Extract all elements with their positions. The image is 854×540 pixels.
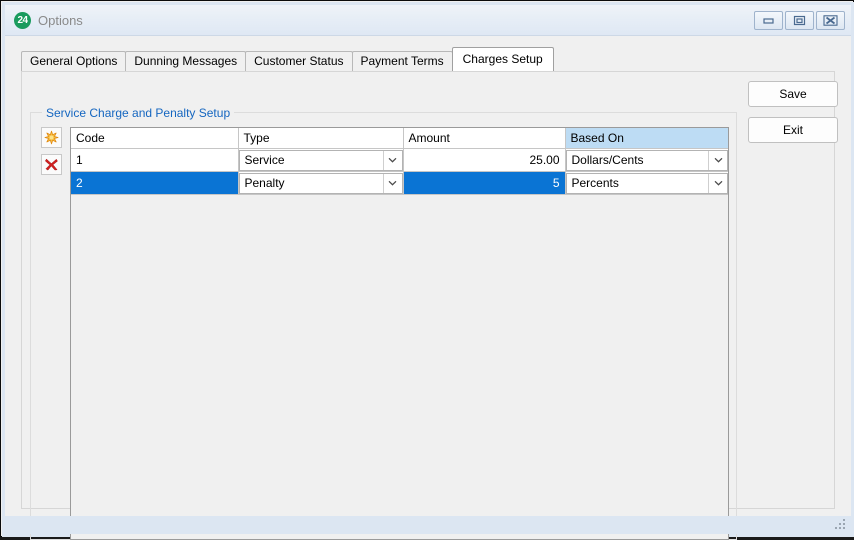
maximize-button[interactable] bbox=[785, 11, 814, 30]
cell-amount-value: 25.00 bbox=[404, 150, 565, 171]
tab-dunning-messages[interactable]: Dunning Messages bbox=[125, 51, 246, 71]
column-header-based-on[interactable]: Based On bbox=[565, 128, 728, 149]
based-on-dropdown-value: Percents bbox=[567, 174, 728, 193]
app-icon: 24 bbox=[14, 12, 31, 29]
chevron-down-icon[interactable] bbox=[708, 151, 727, 170]
tab-strip: General Options Dunning Messages Custome… bbox=[21, 49, 553, 71]
cell-based-on[interactable]: Percents bbox=[565, 172, 728, 195]
based-on-dropdown[interactable]: Dollars/Cents bbox=[566, 150, 729, 171]
star-icon bbox=[44, 130, 59, 145]
window-controls bbox=[754, 11, 845, 30]
exit-button[interactable]: Exit bbox=[748, 117, 838, 143]
based-on-dropdown-value: Dollars/Cents bbox=[567, 151, 728, 170]
resize-grip[interactable] bbox=[835, 519, 847, 531]
column-header-code[interactable]: Code bbox=[71, 128, 238, 149]
column-header-amount[interactable]: Amount bbox=[403, 128, 565, 149]
tab-charges-setup[interactable]: Charges Setup bbox=[452, 47, 554, 71]
options-window: 24 Options bbox=[0, 0, 854, 537]
minimize-button[interactable] bbox=[754, 11, 783, 30]
cell-amount[interactable]: 25.00 bbox=[403, 149, 565, 172]
minimize-icon bbox=[762, 16, 775, 25]
cell-type[interactable]: Penalty bbox=[238, 172, 403, 195]
window-title: Options bbox=[38, 13, 83, 28]
charges-table: Code Type Amount Based On 1 bbox=[71, 128, 728, 195]
title-bar[interactable]: 24 Options bbox=[5, 5, 851, 36]
based-on-dropdown[interactable]: Percents bbox=[566, 173, 729, 194]
type-dropdown-value: Service bbox=[240, 151, 402, 170]
cell-code[interactable]: 1 bbox=[71, 149, 238, 172]
red-x-icon bbox=[44, 157, 59, 172]
cell-type[interactable]: Service bbox=[238, 149, 403, 172]
chevron-down-icon[interactable] bbox=[708, 174, 727, 193]
type-dropdown[interactable]: Penalty bbox=[239, 173, 403, 194]
chevron-down-icon[interactable] bbox=[383, 151, 402, 170]
cell-code-value: 1 bbox=[71, 150, 238, 171]
column-header-type[interactable]: Type bbox=[238, 128, 403, 149]
table-header-row: Code Type Amount Based On bbox=[71, 128, 728, 149]
table-row[interactable]: 1 Service 25. bbox=[71, 149, 728, 172]
tab-general-options[interactable]: General Options bbox=[21, 51, 126, 71]
charges-grid[interactable]: Code Type Amount Based On 1 bbox=[70, 127, 729, 540]
close-icon bbox=[823, 15, 838, 26]
close-button[interactable] bbox=[816, 11, 845, 30]
maximize-icon bbox=[793, 15, 806, 26]
new-record-button[interactable] bbox=[41, 127, 62, 148]
delete-record-button[interactable] bbox=[41, 154, 62, 175]
cell-amount[interactable]: 5 bbox=[403, 172, 565, 195]
tab-customer-status[interactable]: Customer Status bbox=[245, 51, 352, 71]
type-dropdown[interactable]: Service bbox=[239, 150, 403, 171]
client-area: General Options Dunning Messages Custome… bbox=[5, 36, 851, 516]
cell-amount-value: 5 bbox=[404, 173, 565, 194]
cell-code[interactable]: 2 bbox=[71, 172, 238, 195]
chevron-down-icon[interactable] bbox=[383, 174, 402, 193]
save-button[interactable]: Save bbox=[748, 81, 838, 107]
window-inner-frame: 24 Options bbox=[2, 2, 854, 537]
status-bar bbox=[5, 516, 851, 534]
table-row[interactable]: 2 Penalty 5 bbox=[71, 172, 728, 195]
tab-payment-terms[interactable]: Payment Terms bbox=[352, 51, 453, 71]
cell-based-on[interactable]: Dollars/Cents bbox=[565, 149, 728, 172]
type-dropdown-value: Penalty bbox=[240, 174, 402, 193]
service-charge-group-label: Service Charge and Penalty Setup bbox=[42, 106, 234, 120]
cell-code-value: 2 bbox=[71, 173, 238, 194]
